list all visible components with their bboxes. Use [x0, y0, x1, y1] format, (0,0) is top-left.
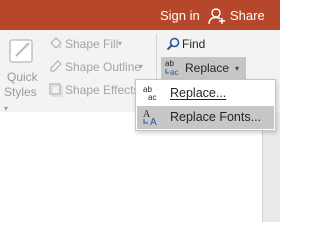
shape-effects-icon — [49, 83, 63, 97]
shape-fill-label: Shape Fill — [65, 37, 119, 51]
magnifier-icon — [166, 37, 180, 51]
shape-fill-button[interactable]: Shape Fill ▾ — [46, 34, 154, 54]
shape-effects-label: Shape Effects — [65, 83, 140, 97]
quick-styles-label: Quick Styles ▾ — [4, 70, 42, 116]
find-button[interactable]: Find — [162, 34, 222, 54]
replace-dropdown-menu: ab ac Replace... A A Replace Fonts... — [135, 79, 276, 131]
title-bar: Sign in Share — [0, 0, 280, 30]
svg-text:ac: ac — [170, 68, 178, 77]
share-button[interactable]: Share — [205, 4, 267, 28]
replace-abc-icon: ab ac — [165, 59, 178, 77]
sign-in-link[interactable]: Sign in — [160, 8, 200, 23]
person-plus-icon — [208, 8, 225, 25]
svg-text:ac: ac — [148, 93, 156, 102]
replace-label: Replace — [185, 61, 230, 75]
shape-outline-label: Shape Outline — [65, 60, 142, 74]
quick-styles-label-line2: Styles — [4, 85, 37, 99]
replace-fonts-icon: A A — [143, 109, 157, 126]
chevron-down-icon: ▾ — [139, 62, 144, 71]
menu-item-replace-fonts-label: Replace Fonts... — [170, 110, 262, 124]
find-label: Find — [182, 37, 206, 51]
quick-styles-button[interactable]: Quick Styles ▾ — [0, 30, 42, 113]
replace-button[interactable]: ab ac Replace ▾ — [161, 57, 246, 79]
menu-item-replace[interactable]: ab ac Replace... — [137, 82, 274, 105]
menu-item-replace-fonts[interactable]: A A Replace Fonts... — [137, 106, 274, 129]
shape-outline-button[interactable]: Shape Outline ▾ — [46, 57, 154, 77]
chevron-down-icon: ▾ — [235, 64, 240, 73]
quick-styles-icon — [9, 39, 33, 63]
replace-abc-icon: ab ac — [143, 85, 156, 102]
pencil-outline-icon — [50, 60, 62, 72]
chevron-down-icon: ▾ — [118, 39, 123, 48]
svg-text:A: A — [150, 117, 157, 126]
quick-styles-label-line1: Quick — [7, 70, 38, 84]
menu-item-replace-label: Replace... — [170, 86, 227, 100]
svg-text:ab: ab — [165, 59, 174, 68]
share-label: Share — [230, 8, 265, 23]
paint-bucket-icon — [50, 37, 62, 49]
